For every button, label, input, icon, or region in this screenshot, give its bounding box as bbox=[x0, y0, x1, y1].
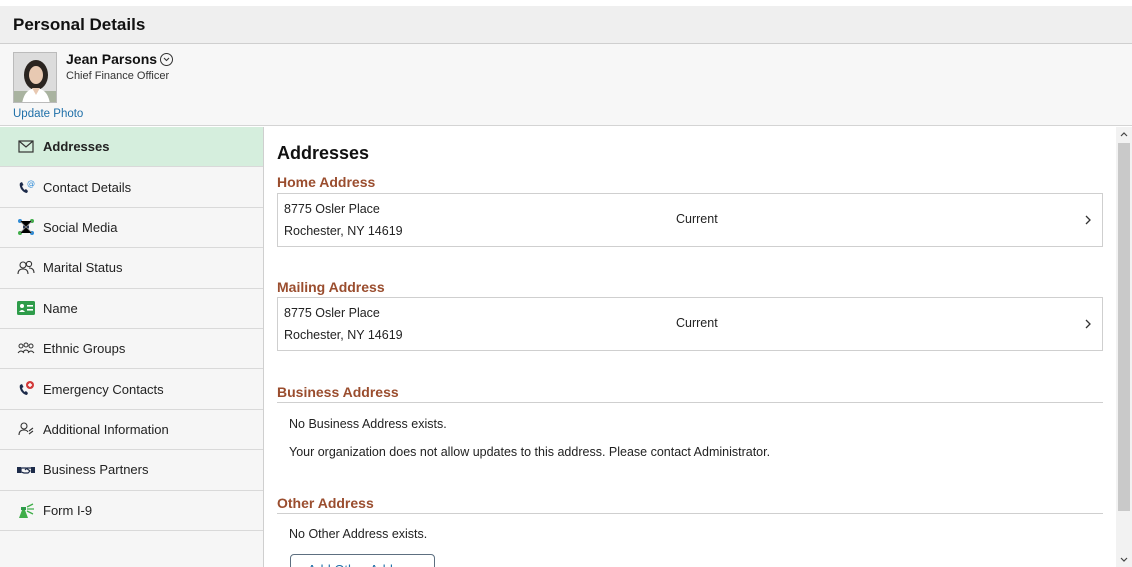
sidebar-item-label: Emergency Contacts bbox=[43, 381, 164, 397]
group-icon bbox=[17, 340, 35, 358]
person-job-title: Chief Finance Officer bbox=[66, 70, 170, 82]
page-title: Personal Details bbox=[13, 15, 146, 34]
two-people-icon bbox=[17, 259, 35, 277]
person-info-icon bbox=[17, 420, 35, 438]
profile-header: Jean Parsons Chief Finance Officer Updat… bbox=[0, 44, 1132, 126]
chevron-down-icon[interactable] bbox=[160, 52, 174, 66]
sidebar-item-label: Addresses bbox=[43, 139, 110, 155]
home-address-line1: 8775 Osler Place bbox=[284, 202, 380, 216]
scrollbar-thumb[interactable] bbox=[1118, 143, 1130, 511]
sidebar-item-contact-details[interactable]: @ Contact Details bbox=[0, 167, 263, 208]
home-address-card[interactable]: 8775 Osler Place Rochester, NY 14619 Cur… bbox=[277, 193, 1103, 247]
other-address-title: Other Address bbox=[277, 495, 1103, 514]
envelope-icon bbox=[17, 138, 35, 156]
page-header: Personal Details bbox=[0, 6, 1132, 44]
sidebar-item-label: Form I-9 bbox=[43, 502, 93, 518]
sidebar-item-label: Business Partners bbox=[43, 462, 149, 478]
business-address-policy-message: Your organization does not allow updates… bbox=[289, 445, 771, 459]
phone-at-icon: @ bbox=[17, 178, 35, 196]
sidebar-item-additional-information[interactable]: Additional Information bbox=[0, 410, 263, 451]
sidebar-item-social-media[interactable]: Social Media bbox=[0, 208, 263, 249]
sidebar-nav: Addresses @ Contact Details Social Media… bbox=[0, 127, 264, 567]
chevron-right-icon[interactable] bbox=[1084, 318, 1092, 333]
scroll-down-icon[interactable] bbox=[1116, 553, 1132, 567]
sidebar-item-form-i9[interactable]: Form I-9 bbox=[0, 491, 263, 531]
social-network-icon bbox=[17, 218, 35, 236]
handshake-icon bbox=[17, 461, 35, 479]
content-heading: Addresses bbox=[277, 143, 370, 163]
mailing-address-line1: 8775 Osler Place bbox=[284, 306, 380, 320]
sidebar-item-label: Social Media bbox=[43, 219, 118, 235]
emergency-phone-icon bbox=[17, 380, 35, 398]
sidebar-item-marital-status[interactable]: Marital Status bbox=[0, 248, 263, 289]
svg-text:@: @ bbox=[27, 179, 35, 188]
scroll-up-icon[interactable] bbox=[1116, 127, 1132, 141]
mailing-address-line2: Rochester, NY 14619 bbox=[284, 328, 403, 342]
sidebar-item-emergency-contacts[interactable]: Emergency Contacts bbox=[0, 369, 263, 410]
form-i9-icon bbox=[17, 501, 35, 519]
sidebar-item-name[interactable]: Name bbox=[0, 289, 263, 329]
other-address-empty-message: No Other Address exists. bbox=[289, 527, 428, 541]
sidebar-item-label: Additional Information bbox=[43, 421, 169, 437]
add-other-address-button[interactable]: Add Other Address bbox=[290, 554, 435, 567]
sidebar-item-ethnic-groups[interactable]: Ethnic Groups bbox=[0, 329, 263, 370]
chevron-right-icon[interactable] bbox=[1084, 214, 1092, 229]
sidebar-item-label: Contact Details bbox=[43, 179, 132, 195]
mailing-address-card[interactable]: 8775 Osler Place Rochester, NY 14619 Cur… bbox=[277, 297, 1103, 351]
sidebar-item-label: Marital Status bbox=[43, 260, 123, 276]
sidebar-item-business-partners[interactable]: Business Partners bbox=[0, 450, 263, 491]
person-name: Jean Parsons bbox=[66, 51, 158, 67]
scrollbar[interactable] bbox=[1116, 127, 1132, 567]
sidebar-item-addresses[interactable]: Addresses bbox=[0, 127, 263, 168]
sidebar-item-label: Name bbox=[43, 300, 78, 316]
business-address-empty-message: No Business Address exists. bbox=[289, 417, 447, 431]
id-card-icon bbox=[17, 299, 35, 317]
update-photo-link[interactable]: Update Photo bbox=[13, 108, 83, 120]
business-address-title: Business Address bbox=[277, 384, 1103, 403]
avatar[interactable] bbox=[13, 52, 57, 103]
sidebar-item-label: Ethnic Groups bbox=[43, 341, 126, 357]
home-address-status: Current bbox=[676, 212, 718, 226]
mailing-address-status: Current bbox=[676, 316, 718, 330]
home-address-line2: Rochester, NY 14619 bbox=[284, 224, 403, 238]
mailing-address-title: Mailing Address bbox=[277, 279, 385, 295]
home-address-title: Home Address bbox=[277, 174, 376, 190]
main-content: Addresses Home Address 8775 Osler Place … bbox=[265, 127, 1116, 567]
